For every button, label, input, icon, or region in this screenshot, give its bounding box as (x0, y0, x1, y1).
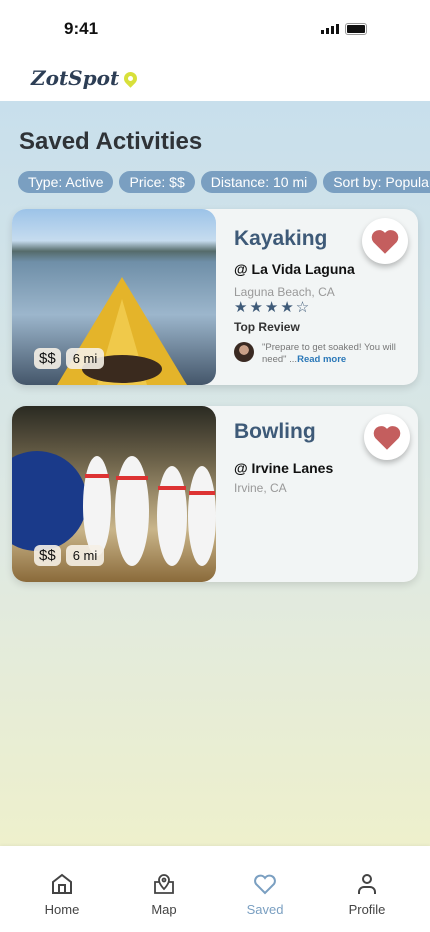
price-badge: $$ (34, 348, 61, 369)
activity-venue: @ La Vida Laguna (234, 261, 355, 277)
kayak-image: $$ 6 mi (12, 209, 216, 385)
rating-stars: ★★★★☆ (234, 299, 312, 316)
filter-distance[interactable]: Distance: 10 mi (200, 171, 318, 193)
activity-title[interactable]: Kayaking (234, 227, 327, 251)
heart-icon (371, 229, 399, 254)
filter-price[interactable]: Price: $$ (119, 171, 195, 193)
signal-icon (321, 24, 339, 34)
home-icon (52, 873, 72, 894)
activity-location: Laguna Beach, CA (234, 285, 335, 299)
activity-card-kayaking[interactable]: $$ 6 mi Kayaking @ La Vida Laguna Laguna … (12, 209, 418, 385)
nav-label: Home (44, 902, 80, 917)
nav-profile[interactable]: Profile (327, 872, 407, 917)
activity-title[interactable]: Bowling (234, 420, 316, 444)
top-review-label: Top Review (234, 320, 300, 334)
distance-badge: 6 mi (65, 545, 105, 566)
nav-map[interactable]: Map (124, 872, 204, 917)
activity-venue: @ Irvine Lanes (234, 460, 334, 476)
unsave-button[interactable] (362, 218, 408, 264)
filter-type[interactable]: Type: Active (18, 171, 114, 193)
heart-icon (254, 874, 276, 895)
activity-location: Irvine, CA (234, 481, 287, 495)
pin-icon (121, 68, 140, 88)
activity-card-bowling[interactable]: $$ 6 mi Bowling @ Irvine Lanes Irvine, CA (12, 406, 418, 582)
nav-label: Saved (246, 902, 284, 917)
nav-label: Map (151, 902, 177, 917)
bowling-image: $$ 6 mi (12, 406, 216, 582)
bottom-nav: Home Map Saved Profile (0, 846, 430, 932)
distance-badge: 6 mi (65, 348, 105, 369)
price-badge: $$ (34, 545, 61, 566)
top-review: "Prepare to get soaked! You will need" .… (234, 342, 412, 366)
nav-home[interactable]: Home (22, 872, 102, 917)
filter-chips: Type: Active Price: $$ Distance: 10 mi S… (18, 171, 430, 193)
main-content: Saved Activities Type: Active Price: $$ … (0, 101, 430, 846)
battery-icon (345, 23, 367, 35)
reviewer-avatar (234, 342, 254, 362)
nav-label: Profile (348, 902, 386, 917)
status-bar: 9:41 (0, 0, 430, 48)
map-pin-icon (154, 874, 174, 894)
status-time: 9:41 (64, 19, 99, 38)
filter-sort[interactable]: Sort by: Popular (323, 171, 430, 193)
logo-text: ZotSpot (31, 66, 120, 90)
app-logo: ZotSpot (31, 66, 140, 90)
read-more-link[interactable]: Read more (297, 354, 346, 365)
unsave-button[interactable] (364, 414, 410, 460)
profile-icon (358, 874, 376, 894)
heart-icon (373, 425, 401, 450)
nav-saved[interactable]: Saved (225, 872, 305, 917)
page-title: Saved Activities (19, 128, 203, 155)
